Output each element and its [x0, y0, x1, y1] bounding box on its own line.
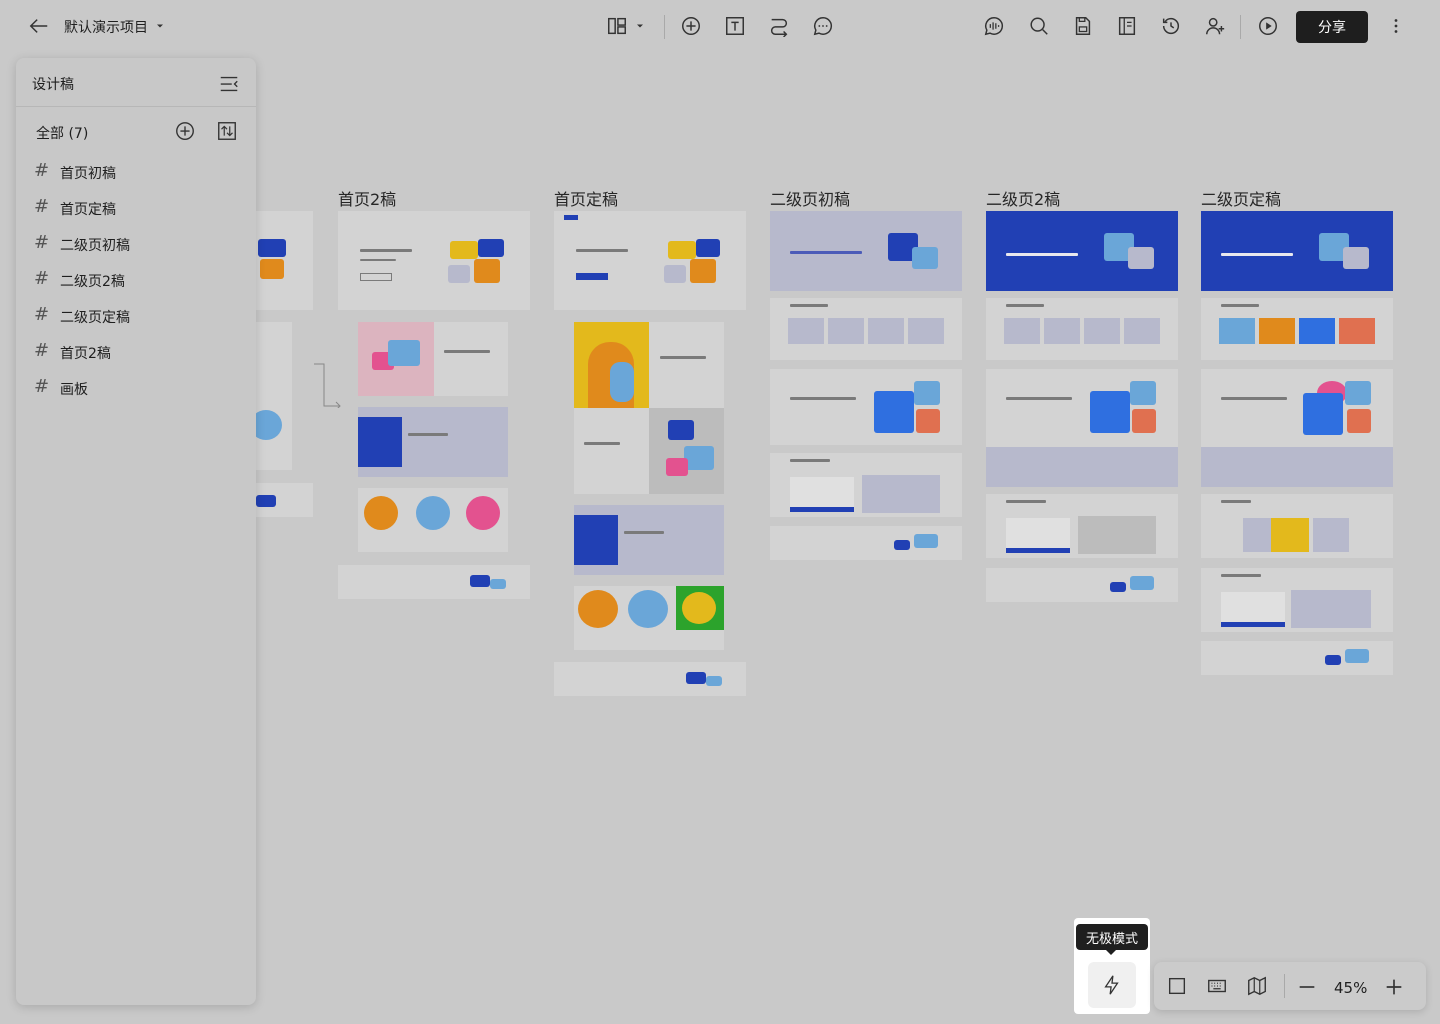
infinite-mode-icon [1099, 972, 1125, 998]
page-item-label: 二级页定稿 [60, 310, 130, 326]
artboard-frame[interactable] [1201, 641, 1393, 675]
artboard-frame[interactable] [1201, 568, 1393, 632]
infinite-mode-tooltip: 无极模式 [1076, 924, 1148, 950]
infinite-mode-button[interactable] [1088, 962, 1136, 1008]
artboard-frame[interactable] [770, 369, 962, 445]
back-arrow-icon[interactable] [26, 13, 52, 39]
zoom-level[interactable]: 45% [1334, 979, 1367, 997]
frame-hash-icon: # [34, 232, 50, 253]
artboard-frame[interactable] [574, 505, 724, 575]
artboard-frame[interactable] [770, 211, 962, 291]
toolbar-divider [664, 15, 665, 39]
project-title[interactable]: 默认演示项目 [64, 17, 148, 37]
connector-line [314, 363, 341, 408]
play-icon[interactable] [1255, 13, 1281, 39]
frame-hash-icon: # [34, 196, 50, 217]
column-title: 首页定稿 [554, 190, 619, 209]
page-item-label: 首页初稿 [60, 166, 116, 182]
share-button[interactable]: 分享 [1296, 11, 1368, 43]
artboard-frame[interactable] [986, 568, 1178, 602]
page-item-artboard[interactable]: # 画板 [32, 374, 254, 402]
page-item-label: 二级页初稿 [60, 238, 130, 254]
search-icon[interactable] [1026, 13, 1052, 39]
page-item-label: 画板 [60, 382, 88, 398]
panel-header: 设计稿 [16, 58, 256, 107]
artboard-frame[interactable] [770, 298, 962, 360]
artboard-frame[interactable] [554, 211, 746, 310]
add-circle-icon[interactable] [678, 13, 704, 39]
artboard-frame[interactable] [1201, 211, 1393, 291]
page-item-sub-v2[interactable]: # 二级页2稿 [32, 266, 254, 294]
tooltip-arrow [1106, 950, 1116, 955]
frame-hash-icon: # [34, 160, 50, 181]
artboard-frame[interactable] [986, 369, 1178, 487]
toolbar-divider [1284, 974, 1285, 998]
pages-panel: 设计稿 全部 (7) # 首页初稿 # 首页定稿 # 二级页初稿 # 二级页2稿… [16, 58, 256, 1005]
artboard-frame[interactable] [554, 662, 746, 696]
history-icon[interactable] [1158, 13, 1184, 39]
page-item-label: 首页定稿 [60, 202, 116, 218]
artboard-frame[interactable] [574, 322, 724, 494]
column-title: 二级页初稿 [770, 190, 851, 209]
page-item-home-final[interactable]: # 首页定稿 [32, 194, 254, 222]
save-icon[interactable] [1070, 13, 1096, 39]
book-icon[interactable] [1114, 13, 1140, 39]
add-page-icon[interactable] [172, 118, 198, 144]
frame-hash-icon: # [34, 376, 50, 397]
layout-icon[interactable] [604, 13, 630, 39]
voice-icon[interactable] [981, 13, 1007, 39]
sort-icon[interactable] [214, 118, 240, 144]
artboard-frame[interactable] [358, 488, 508, 552]
artboard-frame[interactable] [986, 494, 1178, 558]
artboard-frame[interactable] [1201, 298, 1393, 360]
page-item-sub-final[interactable]: # 二级页定稿 [32, 302, 254, 330]
all-pages-label[interactable]: 全部 (7) [36, 123, 88, 143]
toolbar-divider [1240, 15, 1241, 39]
zoom-out-icon[interactable] [1294, 974, 1320, 1000]
page-item-home-draft[interactable]: # 首页初稿 [32, 158, 254, 186]
artboard-frame[interactable] [574, 586, 724, 650]
artboard-frame[interactable] [770, 453, 962, 517]
zoom-in-icon[interactable] [1381, 974, 1407, 1000]
column-title: 二级页2稿 [986, 190, 1061, 209]
dropdown-caret-icon[interactable] [632, 13, 648, 39]
add-user-icon[interactable] [1202, 13, 1228, 39]
artboard-frame[interactable] [338, 211, 530, 310]
panel-title: 设计稿 [32, 77, 74, 93]
artboard-frame[interactable] [986, 298, 1178, 360]
frame-hash-icon: # [34, 340, 50, 361]
artboard-frame[interactable] [358, 407, 508, 477]
artboard-frame[interactable] [358, 322, 508, 396]
comment-icon[interactable] [810, 13, 836, 39]
text-box-icon[interactable] [722, 13, 748, 39]
page-item-sub-draft[interactable]: # 二级页初稿 [32, 230, 254, 258]
artboard-frame[interactable] [1201, 369, 1393, 487]
page-item-home-v2[interactable]: # 首页2稿 [32, 338, 254, 366]
artboard-frame[interactable] [986, 211, 1178, 291]
artboard-frame[interactable] [1201, 494, 1393, 558]
page-item-label: 首页2稿 [60, 346, 111, 362]
frame-hash-icon: # [34, 304, 50, 325]
artboard-frame[interactable] [338, 565, 530, 599]
collapse-panel-icon[interactable] [216, 71, 242, 97]
frame-icon[interactable] [1164, 973, 1190, 999]
page-item-label: 二级页2稿 [60, 274, 125, 290]
dropdown-caret-icon[interactable] [150, 13, 170, 39]
column-title: 二级页定稿 [1201, 190, 1282, 209]
map-icon[interactable] [1244, 973, 1270, 999]
artboard-frame[interactable] [770, 526, 962, 560]
column-title: 首页2稿 [338, 190, 397, 209]
keyboard-icon[interactable] [1204, 973, 1230, 999]
frame-hash-icon: # [34, 268, 50, 289]
more-vertical-icon[interactable] [1383, 13, 1409, 39]
connector-icon[interactable] [766, 13, 792, 39]
